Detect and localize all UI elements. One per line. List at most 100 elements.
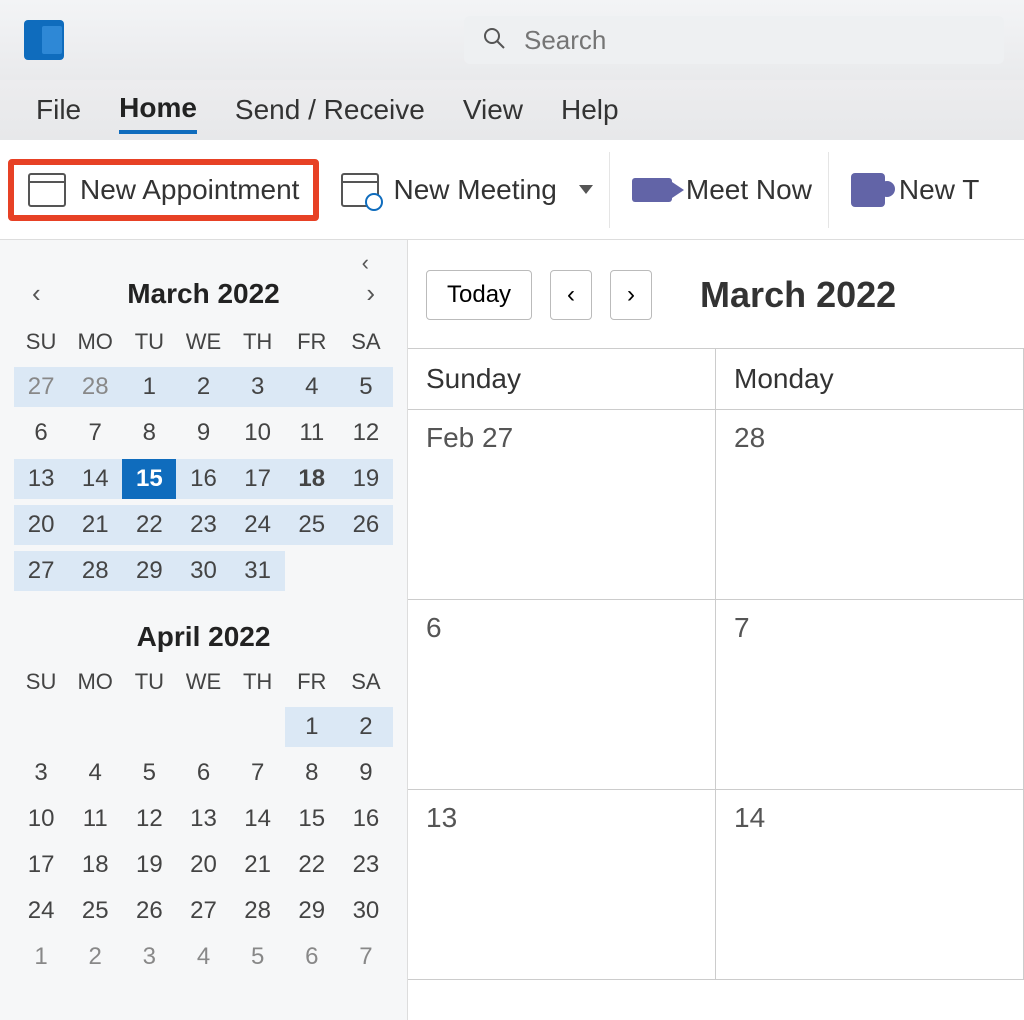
menu-file[interactable]: File: [36, 88, 81, 132]
new-appointment-button[interactable]: New Appointment: [8, 159, 319, 221]
menu-help[interactable]: Help: [561, 88, 619, 132]
minical-day[interactable]: 8: [285, 753, 339, 793]
calendar-cell[interactable]: 13: [408, 790, 716, 979]
minical-day[interactable]: 10: [14, 799, 68, 839]
minical-day[interactable]: 21: [231, 845, 285, 885]
minical-day[interactable]: 11: [68, 799, 122, 839]
menu-view[interactable]: View: [463, 88, 523, 132]
new-meeting-button[interactable]: New Meeting: [325, 152, 609, 228]
minical-day[interactable]: 29: [122, 551, 176, 591]
minical-day[interactable]: 25: [285, 505, 339, 545]
minical-day[interactable]: 5: [122, 753, 176, 793]
minical-day[interactable]: 5: [231, 937, 285, 977]
minical-day[interactable]: 9: [339, 753, 393, 793]
calendar-cell[interactable]: 14: [716, 790, 1024, 979]
minical-day[interactable]: 15: [285, 799, 339, 839]
minical-day[interactable]: 16: [339, 799, 393, 839]
minical-day[interactable]: 6: [176, 753, 230, 793]
minical-day[interactable]: 28: [68, 551, 122, 591]
minical-day[interactable]: 23: [176, 505, 230, 545]
minical-day[interactable]: 28: [231, 891, 285, 931]
calendar-cell[interactable]: 6: [408, 600, 716, 789]
minical-day[interactable]: 17: [14, 845, 68, 885]
minical-day: [339, 551, 393, 591]
calendar-meeting-icon: [341, 173, 379, 207]
minical-day[interactable]: 20: [176, 845, 230, 885]
search-box[interactable]: [464, 16, 1004, 64]
minical-day[interactable]: 3: [14, 753, 68, 793]
next-period-button[interactable]: ›: [610, 270, 652, 320]
minical-day[interactable]: 16: [176, 459, 230, 499]
minical-day[interactable]: 12: [339, 413, 393, 453]
minical-day[interactable]: 19: [339, 459, 393, 499]
minical-day[interactable]: 23: [339, 845, 393, 885]
minical-day[interactable]: 1: [285, 707, 339, 747]
dow-label: SU: [14, 323, 68, 361]
minical-day[interactable]: 26: [122, 891, 176, 931]
minical-day[interactable]: 15: [122, 459, 176, 499]
minical-day[interactable]: 11: [285, 413, 339, 453]
minical-day[interactable]: 21: [68, 505, 122, 545]
minical-day[interactable]: 7: [231, 753, 285, 793]
menu-send-receive[interactable]: Send / Receive: [235, 88, 425, 132]
today-button[interactable]: Today: [426, 270, 532, 320]
minical-day[interactable]: 18: [285, 459, 339, 499]
meet-now-button[interactable]: Meet Now: [616, 152, 829, 228]
minical-day[interactable]: 2: [68, 937, 122, 977]
minical-day[interactable]: 6: [14, 413, 68, 453]
minical-day[interactable]: 5: [339, 367, 393, 407]
minical-day[interactable]: 29: [285, 891, 339, 931]
minical-day[interactable]: 3: [231, 367, 285, 407]
minical-day[interactable]: 20: [14, 505, 68, 545]
minical-day[interactable]: 30: [339, 891, 393, 931]
minical-day[interactable]: 4: [68, 753, 122, 793]
calendar-cell[interactable]: 28: [716, 410, 1024, 599]
minical-day[interactable]: 17: [231, 459, 285, 499]
search-input[interactable]: [524, 25, 986, 56]
calendar-cell[interactable]: Feb 27: [408, 410, 716, 599]
main-area: ‹ ‹ March 2022 › SUMOTUWETHFRSA272812345…: [0, 240, 1024, 1020]
minical-next-icon[interactable]: ›: [358, 274, 383, 313]
minical-day[interactable]: 12: [122, 799, 176, 839]
minical-day[interactable]: 19: [122, 845, 176, 885]
minical-day[interactable]: 6: [285, 937, 339, 977]
minical-day[interactable]: 13: [14, 459, 68, 499]
dow-label: WE: [176, 323, 230, 361]
new-teams-button[interactable]: New T: [835, 152, 995, 228]
minical-day[interactable]: 28: [68, 367, 122, 407]
minical-day[interactable]: 13: [176, 799, 230, 839]
minical-day[interactable]: 10: [231, 413, 285, 453]
dow-label: SA: [339, 323, 393, 361]
minical-day[interactable]: 22: [285, 845, 339, 885]
sidebar-collapse-icon[interactable]: ‹: [362, 250, 369, 276]
minical-day[interactable]: 27: [14, 367, 68, 407]
minical-day[interactable]: 27: [14, 551, 68, 591]
minical-day[interactable]: 2: [339, 707, 393, 747]
minical-day[interactable]: 3: [122, 937, 176, 977]
minical-day[interactable]: 4: [176, 937, 230, 977]
minical-day[interactable]: 24: [14, 891, 68, 931]
minical-day[interactable]: 18: [68, 845, 122, 885]
minical-day[interactable]: 8: [122, 413, 176, 453]
chevron-down-icon[interactable]: [579, 185, 593, 194]
calendar-cell[interactable]: 7: [716, 600, 1024, 789]
minical-day[interactable]: 14: [231, 799, 285, 839]
minical-day[interactable]: 14: [68, 459, 122, 499]
minical-day[interactable]: 7: [339, 937, 393, 977]
minical-day[interactable]: 2: [176, 367, 230, 407]
minical-day[interactable]: 22: [122, 505, 176, 545]
minical-prev-icon[interactable]: ‹: [24, 274, 49, 313]
prev-period-button[interactable]: ‹: [550, 270, 592, 320]
minical-day[interactable]: 1: [122, 367, 176, 407]
minical-day[interactable]: 4: [285, 367, 339, 407]
minical-day[interactable]: 31: [231, 551, 285, 591]
minical-day[interactable]: 26: [339, 505, 393, 545]
minical-day[interactable]: 27: [176, 891, 230, 931]
minical-day[interactable]: 1: [14, 937, 68, 977]
minical-day[interactable]: 24: [231, 505, 285, 545]
minical-day[interactable]: 30: [176, 551, 230, 591]
minical-day[interactable]: 25: [68, 891, 122, 931]
minical-day[interactable]: 9: [176, 413, 230, 453]
menu-home[interactable]: Home: [119, 86, 197, 134]
minical-day[interactable]: 7: [68, 413, 122, 453]
